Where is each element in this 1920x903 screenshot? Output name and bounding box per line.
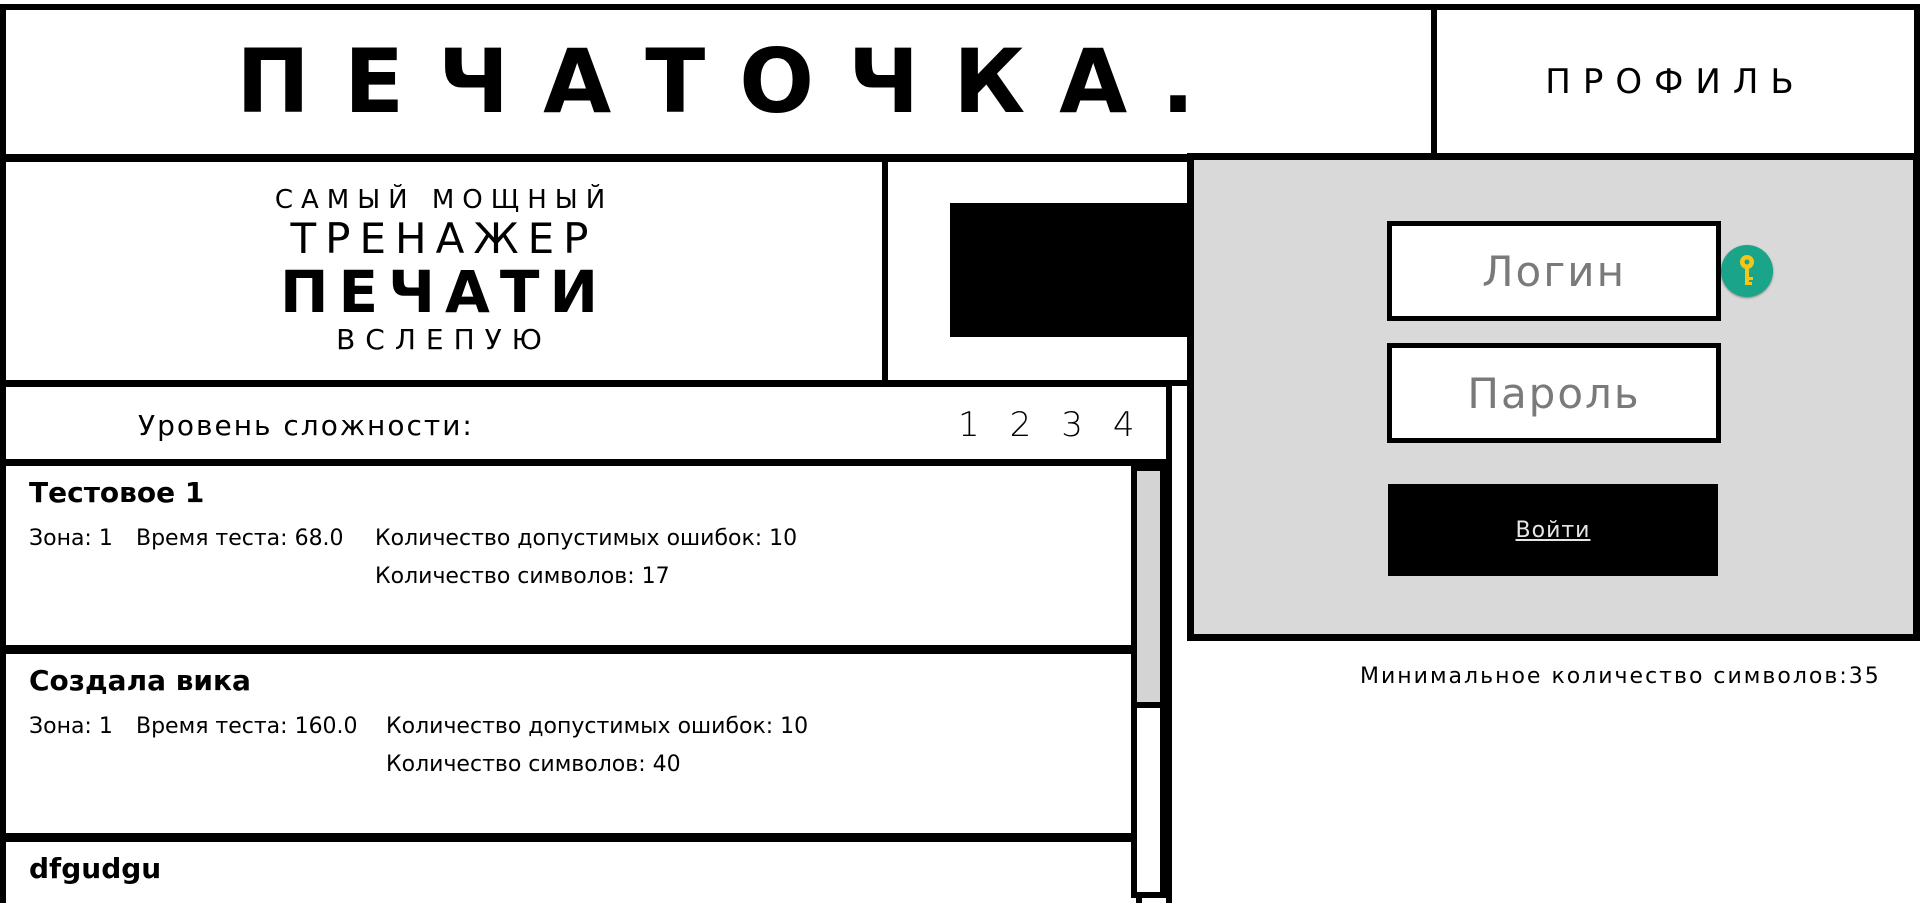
test-list: Тестовое 1 Зона: 1 Время теста: 68.0 Кол…: [0, 460, 1172, 903]
key-icon-glyph: [1740, 255, 1754, 285]
profile-button[interactable]: ПРОФИЛЬ: [1431, 4, 1920, 160]
test-zone: Зона: 1: [29, 714, 113, 739]
login-submit-button[interactable]: Войти: [1388, 484, 1718, 576]
difficulty-level-4[interactable]: 4: [1113, 405, 1135, 445]
test-time: Время теста: 68.0: [136, 526, 344, 551]
slogan-line-4: ВСЛЕПУЮ: [336, 323, 552, 357]
profile-label: ПРОФИЛЬ: [1545, 62, 1806, 102]
test-title: Создала вика: [29, 664, 251, 697]
test-card[interactable]: dfgudgu: [6, 836, 1142, 903]
test-errors: Количество допустимых ошибок: 10: [375, 526, 798, 551]
test-zone: Зона: 1: [29, 526, 113, 551]
password-field[interactable]: Пароль: [1387, 343, 1721, 443]
slogan-line-1: САМЫЙ МОЩНЫЙ: [274, 185, 614, 216]
login-field[interactable]: Логин: [1387, 221, 1721, 321]
list-scrollbar-thumb[interactable]: [1137, 471, 1160, 708]
min-chars-text: Минимальное количество символов:35: [1360, 664, 1881, 689]
slogan-line-2: ТРЕНАЖЕР: [290, 214, 598, 264]
test-chars: Количество символов: 40: [386, 752, 681, 777]
test-chars: Количество символов: 17: [375, 564, 670, 589]
difficulty-level-1[interactable]: 1: [958, 405, 980, 445]
test-errors: Количество допустимых ошибок: 10: [386, 714, 809, 739]
difficulty-label: Уровень сложности:: [138, 409, 474, 442]
test-time: Время теста: 160.0: [136, 714, 358, 739]
slogan-line-3: ПЕЧАТИ: [279, 258, 609, 327]
difficulty-level-3[interactable]: 3: [1061, 405, 1083, 445]
test-title: dfgudgu: [29, 852, 162, 885]
login-submit-label: Войти: [1515, 517, 1591, 543]
app-root: ПЕЧАТОЧКА. ПРОФИЛЬ САМЫЙ МОЩНЫЙ ТРЕНАЖЕР…: [0, 0, 1920, 903]
key-icon: [1721, 245, 1773, 297]
test-title: Тестовое 1: [29, 476, 205, 509]
app-title: ПЕЧАТОЧКА.: [236, 30, 1229, 133]
difficulty-levels: 1 2 3 4: [958, 405, 1135, 445]
difficulty-level-2[interactable]: 2: [1010, 405, 1032, 445]
header-title-box: ПЕЧАТОЧКА.: [0, 4, 1437, 160]
slogan: САМЫЙ МОЩНЫЙ ТРЕНАЖЕР ПЕЧАТИ ВСЛЕПУЮ: [0, 156, 888, 386]
difficulty-bar: Уровень сложности: 1 2 3 4: [0, 381, 1172, 465]
test-card[interactable]: Тестовое 1 Зона: 1 Время теста: 68.0 Кол…: [6, 460, 1142, 651]
test-card[interactable]: Создала вика Зона: 1 Время теста: 160.0 …: [6, 648, 1142, 839]
